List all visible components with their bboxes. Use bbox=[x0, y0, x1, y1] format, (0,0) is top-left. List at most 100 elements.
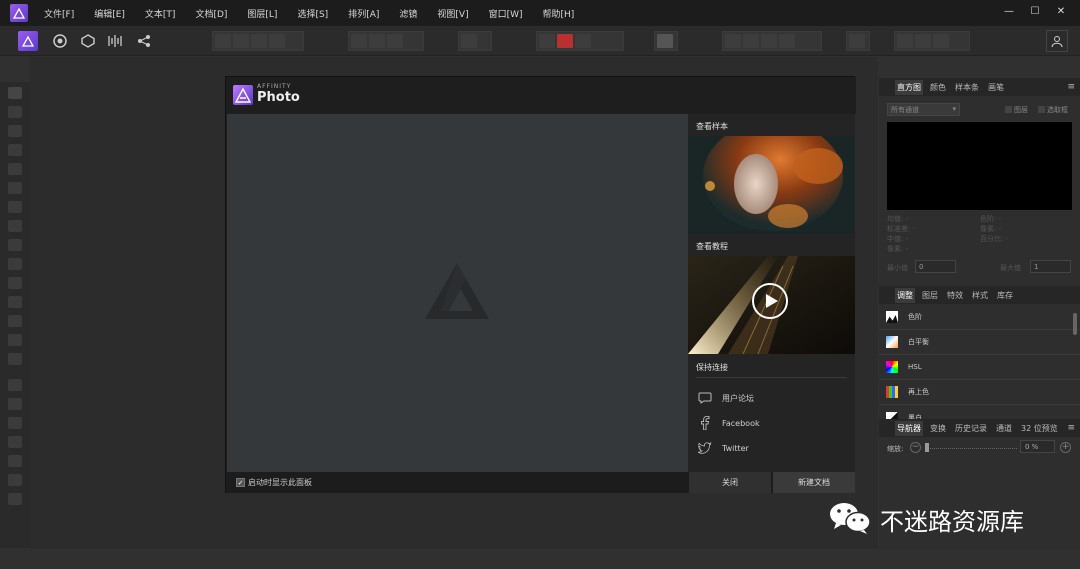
list-item[interactable]: 白平衡 bbox=[879, 330, 1080, 355]
erase-tool-icon[interactable] bbox=[8, 296, 22, 308]
zoom-in-icon[interactable]: + bbox=[1060, 442, 1071, 453]
tab-layers[interactable]: 图层 bbox=[920, 288, 940, 303]
quick-mask-icon[interactable] bbox=[369, 33, 385, 48]
blur-tool-icon[interactable] bbox=[8, 315, 22, 327]
liquify-persona-icon[interactable] bbox=[50, 31, 70, 51]
selection-checkbox[interactable] bbox=[1038, 106, 1045, 113]
subtract-icon[interactable] bbox=[915, 33, 931, 48]
grid-icon[interactable] bbox=[539, 33, 555, 48]
node-tool-icon[interactable] bbox=[8, 417, 22, 429]
adjustments-scrollbar[interactable] bbox=[1073, 313, 1077, 335]
develop-persona-icon[interactable] bbox=[78, 31, 98, 51]
export-persona-icon[interactable] bbox=[134, 31, 154, 51]
tab-32bit-preview[interactable]: 32 位预览 bbox=[1019, 421, 1060, 436]
snapping-icon[interactable] bbox=[461, 33, 477, 48]
paint-brush-tool-icon[interactable] bbox=[8, 258, 22, 270]
text-tool-icon[interactable] bbox=[8, 455, 22, 467]
align-top-icon[interactable] bbox=[779, 33, 795, 48]
maximize-icon[interactable]: ☐ bbox=[1030, 7, 1040, 17]
tab-stock[interactable]: 库存 bbox=[995, 288, 1015, 303]
inpainting-tool-icon[interactable] bbox=[8, 379, 22, 391]
zoom-out-icon[interactable]: − bbox=[910, 442, 921, 453]
marquee-tool-icon[interactable] bbox=[8, 201, 22, 213]
tab-swatches[interactable]: 样本条 bbox=[953, 80, 981, 95]
menu-layer[interactable]: 图层[L] bbox=[247, 7, 277, 20]
overlay-icon[interactable] bbox=[575, 33, 591, 48]
menu-file[interactable]: 文件[F] bbox=[44, 7, 74, 20]
photo-persona-icon[interactable] bbox=[18, 30, 38, 51]
tab-histogram[interactable]: 直方图 bbox=[895, 79, 923, 95]
tab-styles[interactable]: 样式 bbox=[970, 288, 990, 303]
min-value-field[interactable]: 0 bbox=[915, 260, 956, 273]
tone-mapping-persona-icon[interactable] bbox=[106, 31, 126, 51]
zoom-slider[interactable] bbox=[925, 448, 1017, 449]
mesh-warp-tool-icon[interactable] bbox=[8, 474, 22, 486]
arrange-icon[interactable] bbox=[849, 33, 865, 48]
close-icon[interactable]: ✕ bbox=[1056, 7, 1066, 17]
channel-select[interactable]: 所有通道 ▾ bbox=[887, 103, 960, 116]
align-center-icon[interactable] bbox=[743, 33, 759, 48]
startup-checkbox[interactable]: ✓ bbox=[236, 478, 245, 487]
red-eye-tool-icon[interactable] bbox=[8, 353, 22, 365]
shape-tool-icon[interactable] bbox=[8, 436, 22, 448]
auto-colors-icon[interactable] bbox=[251, 33, 267, 48]
add-icon[interactable] bbox=[897, 33, 913, 48]
list-item[interactable]: HSL bbox=[879, 355, 1080, 380]
list-item[interactable]: 再上色 bbox=[879, 380, 1080, 405]
flood-select-tool-icon[interactable] bbox=[8, 182, 22, 194]
tab-navigator[interactable]: 导航器 bbox=[895, 420, 923, 436]
menu-arrange[interactable]: 排列[A] bbox=[348, 7, 379, 20]
mask-mode-icon[interactable] bbox=[351, 33, 367, 48]
list-item[interactable]: 黑白 bbox=[879, 405, 1080, 419]
view-tool-icon[interactable] bbox=[8, 87, 22, 99]
layer-checkbox[interactable] bbox=[1005, 106, 1012, 113]
user-account-icon[interactable] bbox=[1046, 29, 1068, 52]
crop-tool-icon[interactable] bbox=[8, 144, 22, 156]
brush-icon[interactable] bbox=[657, 33, 673, 48]
assistant-icon[interactable] bbox=[557, 33, 573, 48]
tab-transform[interactable]: 变换 bbox=[928, 421, 948, 436]
clone-tool-icon[interactable] bbox=[8, 334, 22, 346]
select-mode-icon[interactable] bbox=[387, 33, 403, 48]
auto-white-balance-icon[interactable] bbox=[269, 33, 285, 48]
tab-history[interactable]: 历史记录 bbox=[953, 421, 989, 436]
tab-color[interactable]: 颜色 bbox=[928, 80, 948, 95]
sample-thumbnail[interactable] bbox=[688, 136, 855, 234]
list-item[interactable]: 色阶 bbox=[879, 305, 1080, 330]
menu-help[interactable]: 帮助[H] bbox=[543, 7, 575, 20]
auto-levels-icon[interactable] bbox=[215, 33, 231, 48]
menu-document[interactable]: 文档[D] bbox=[195, 7, 227, 20]
zoom-slider-handle[interactable] bbox=[925, 443, 929, 452]
close-button[interactable]: 关闭 bbox=[689, 472, 771, 493]
align-left-icon[interactable] bbox=[725, 33, 741, 48]
auto-contrast-icon[interactable] bbox=[233, 33, 249, 48]
zoom-value-field[interactable]: 0 % bbox=[1020, 440, 1055, 453]
flood-fill-tool-icon[interactable] bbox=[8, 220, 22, 232]
align-right-icon[interactable] bbox=[761, 33, 777, 48]
menu-filters[interactable]: 滤镜 bbox=[399, 7, 417, 20]
zoom-tool-icon[interactable] bbox=[8, 493, 22, 505]
minimize-icon[interactable]: — bbox=[1004, 7, 1014, 17]
panel-menu-icon[interactable]: ≡ bbox=[1067, 423, 1075, 433]
new-document-button[interactable]: 新建文档 bbox=[773, 472, 855, 493]
facebook-link[interactable]: Facebook bbox=[698, 416, 760, 430]
selection-brush-tool-icon[interactable] bbox=[8, 163, 22, 175]
menu-select[interactable]: 选择[S] bbox=[297, 7, 328, 20]
tab-brushes[interactable]: 画笔 bbox=[986, 80, 1006, 95]
tab-adjustments[interactable]: 调整 bbox=[895, 287, 915, 303]
twitter-link[interactable]: Twitter bbox=[698, 441, 749, 455]
pen-tool-icon[interactable] bbox=[8, 398, 22, 410]
play-icon[interactable] bbox=[752, 283, 788, 319]
menu-view[interactable]: 视图[V] bbox=[437, 7, 468, 20]
tab-effects[interactable]: 特效 bbox=[945, 288, 965, 303]
gradient-tool-icon[interactable] bbox=[8, 239, 22, 251]
menu-text[interactable]: 文本[T] bbox=[145, 7, 176, 20]
intersect-icon[interactable] bbox=[933, 33, 949, 48]
tab-channels[interactable]: 通道 bbox=[994, 421, 1014, 436]
color-picker-tool-icon[interactable] bbox=[8, 125, 22, 137]
max-value-field[interactable]: 1 bbox=[1030, 260, 1071, 273]
menu-window[interactable]: 窗口[W] bbox=[489, 7, 523, 20]
move-tool-icon[interactable] bbox=[8, 106, 22, 118]
menu-edit[interactable]: 编辑[E] bbox=[94, 7, 125, 20]
dodge-tool-icon[interactable] bbox=[8, 277, 22, 289]
